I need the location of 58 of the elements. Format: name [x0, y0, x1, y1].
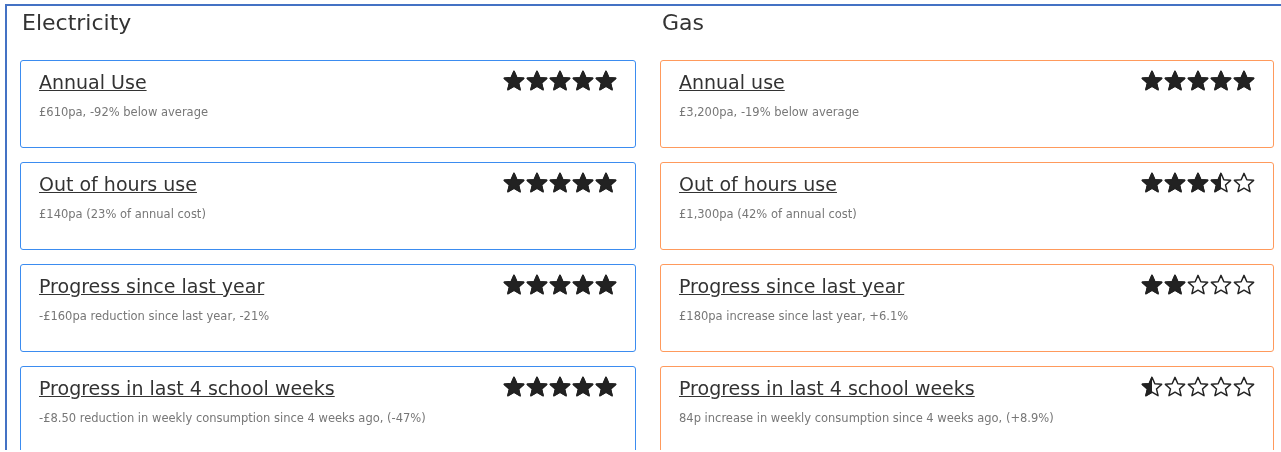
star-icon [526, 376, 548, 398]
metric-link[interactable]: Progress in last 4 school weeks [39, 375, 335, 399]
star-icon [503, 70, 525, 92]
star-icon [1141, 172, 1163, 194]
star-icon [572, 274, 594, 296]
star-icon [549, 70, 571, 92]
star-icon [1164, 70, 1186, 92]
star-icon [1187, 70, 1209, 92]
section-heading: Electricity [21, 9, 133, 37]
star-icon [1233, 274, 1255, 296]
star-icon [1210, 172, 1232, 194]
star-icon [1164, 274, 1186, 296]
metric-link[interactable]: Progress in last 4 school weeks [679, 375, 975, 399]
metric-link[interactable]: Annual use [679, 69, 785, 93]
star-icon [526, 70, 548, 92]
star-icon [1187, 376, 1209, 398]
star-icon [572, 172, 594, 194]
star-icon [595, 70, 617, 92]
star-icon [1210, 70, 1232, 92]
metric-link[interactable]: Annual Use [39, 69, 147, 93]
star-icon [1210, 274, 1232, 296]
metric-link[interactable]: Out of hours use [679, 171, 837, 195]
star-icon [595, 376, 617, 398]
star-icon [572, 70, 594, 92]
star-icon [1233, 172, 1255, 194]
star-icon [572, 376, 594, 398]
star-icon [1187, 274, 1209, 296]
metric-link[interactable]: Progress since last year [39, 273, 265, 297]
metric-detail: £3,200pa, -19% below average [679, 105, 860, 119]
star-icon [1187, 172, 1209, 194]
star-icon [1141, 274, 1163, 296]
star-icon [526, 274, 548, 296]
star-icon [595, 274, 617, 296]
metric-detail: £610pa, -92% below average [39, 105, 210, 119]
star-icon [503, 274, 525, 296]
metric-detail: -£8.50 reduction in weekly consumption since 4 weeks ago, (-47%) [39, 411, 427, 425]
star-icon [1210, 376, 1232, 398]
star-icon [595, 172, 617, 194]
section-heading: Gas [661, 9, 705, 37]
metric-detail: £180pa increase since last year, +6.1% [679, 309, 910, 323]
star-icon [1141, 70, 1163, 92]
star-icon [549, 274, 571, 296]
star-icon [1233, 376, 1255, 398]
star-icon [1164, 376, 1186, 398]
metric-detail: £1,300pa (42% of annual cost) [679, 207, 858, 221]
star-icon [503, 172, 525, 194]
star-icon [549, 172, 571, 194]
metric-detail: £140pa (23% of annual cost) [39, 207, 207, 221]
metric-link[interactable]: Progress since last year [679, 273, 905, 297]
star-icon [526, 172, 548, 194]
star-icon [1164, 172, 1186, 194]
metric-detail: 84p increase in weekly consumption since 4 weeks ago, (+8.9%) [679, 411, 1055, 425]
star-icon [503, 376, 525, 398]
metric-detail: -£160pa reduction since last year, -21% [39, 309, 271, 323]
star-icon [549, 376, 571, 398]
star-icon [1141, 376, 1163, 398]
star-icon [1233, 70, 1255, 92]
metric-link[interactable]: Out of hours use [39, 171, 197, 195]
